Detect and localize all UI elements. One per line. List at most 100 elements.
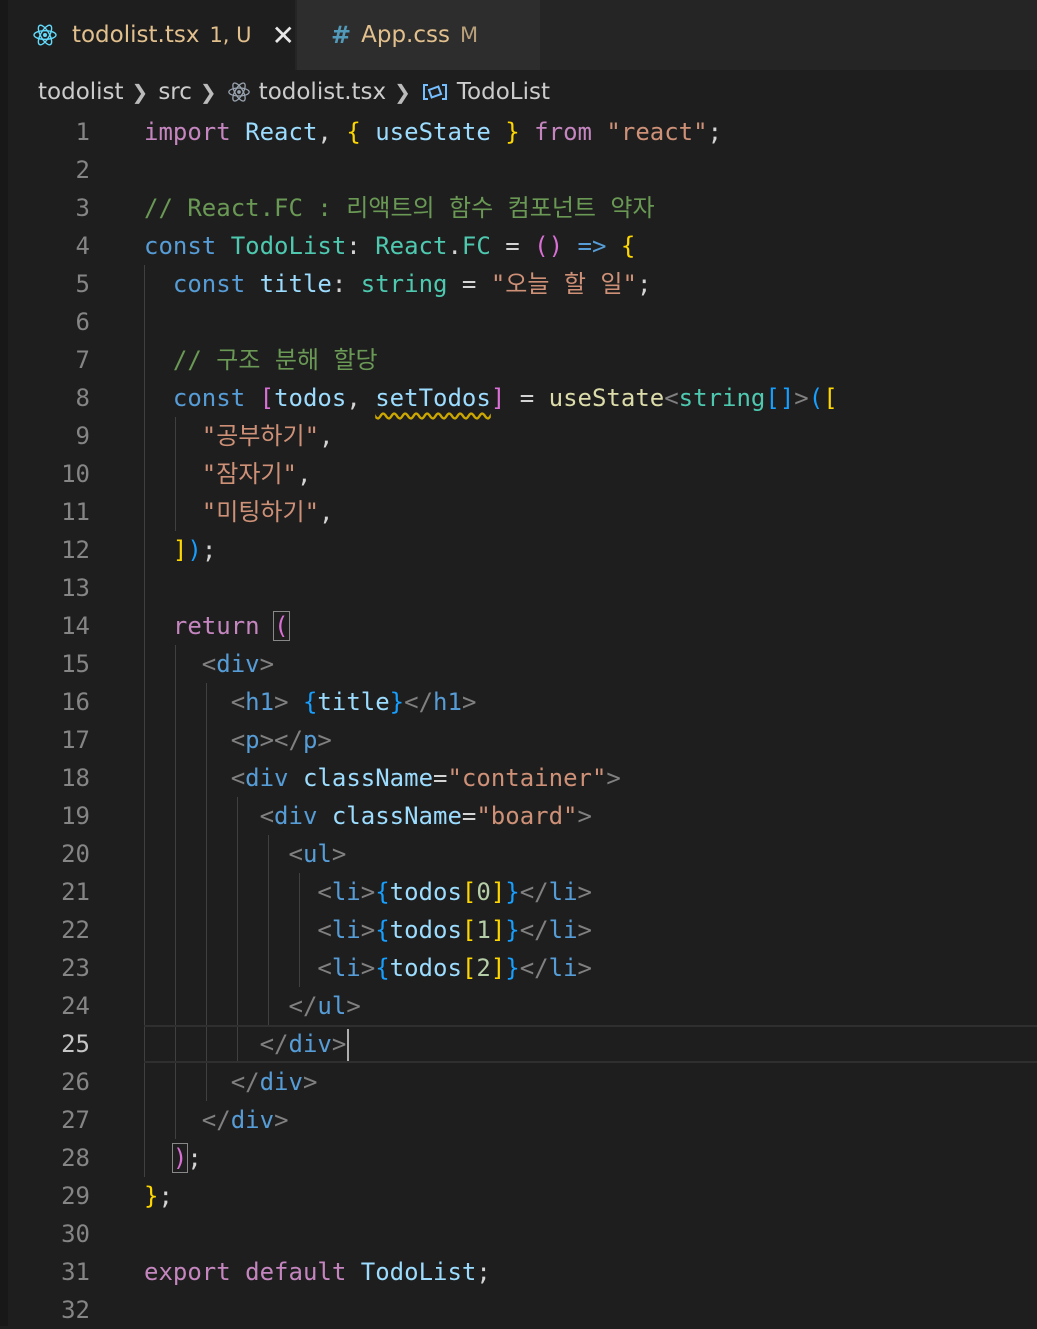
code-token: } — [389, 688, 405, 716]
code-editor[interactable]: 1 import React, { useState } from "react"… — [8, 113, 1037, 1326]
code-token: , — [296, 460, 312, 488]
code-token: [ — [823, 384, 838, 412]
code-line[interactable]: 25 </div> — [8, 1025, 1037, 1063]
code-line[interactable]: 26 </div> — [8, 1063, 1037, 1101]
code-token: < — [230, 688, 246, 716]
code-token: [ — [259, 384, 275, 412]
code-token: React — [245, 118, 318, 146]
code-line[interactable]: 5 const title: string = "오늘 할 일"; — [8, 265, 1037, 303]
matched-bracket: ) — [171, 1143, 189, 1173]
line-number: 16 — [61, 688, 90, 716]
code-line[interactable]: 22 <li>{todos[1]}</li> — [8, 911, 1037, 949]
code-token: < — [317, 916, 332, 944]
code-token: </ — [404, 688, 434, 716]
close-icon[interactable]: ✕ — [272, 19, 295, 52]
line-number: 3 — [75, 194, 90, 222]
breadcrumb-item[interactable]: todolist — [38, 79, 124, 105]
code-line[interactable]: 23 <li>{todos[2]}</li> — [8, 949, 1037, 987]
line-number: 10 — [61, 460, 90, 488]
code-token: div — [230, 1106, 275, 1134]
code-token: ] — [490, 878, 506, 906]
code-line[interactable]: 9 "공부하기", — [8, 417, 1037, 455]
code-token: </ — [201, 1106, 231, 1134]
code-line[interactable]: 28 ); — [8, 1139, 1037, 1177]
line-number: 14 — [61, 612, 90, 640]
code-line[interactable]: 10 "잠자기", — [8, 455, 1037, 493]
code-text: </div> — [144, 1063, 318, 1101]
code-line[interactable]: 30 — [8, 1215, 1037, 1253]
code-line[interactable]: 1 import React, { useState } from "react"… — [8, 113, 1037, 151]
code-line[interactable]: 11 "미팅하기", — [8, 493, 1037, 531]
code-text: "미팅하기", — [144, 493, 334, 531]
code-token: return — [172, 612, 260, 640]
breadcrumb-item[interactable]: src — [158, 79, 192, 105]
code-line[interactable]: 24 </ul> — [8, 987, 1037, 1025]
code-token: => — [577, 232, 607, 260]
code-token: "react" — [606, 118, 708, 146]
code-token: ] — [490, 954, 506, 982]
code-text: <div> — [144, 645, 274, 683]
breadcrumb-item[interactable]: todolist.tsx — [259, 79, 386, 105]
code-line[interactable]: 4 const TodoList: React.FC = () => { — [8, 227, 1037, 265]
line-number: 9 — [75, 422, 90, 450]
code-line[interactable]: 7 // 구조 분해 할당 — [8, 341, 1037, 379]
code-token: = — [447, 270, 491, 298]
code-line[interactable]: 3 // React.FC : 리액트의 함수 컴포넌트 약자 — [8, 189, 1037, 227]
tab-app-css[interactable]: # App.css M — [297, 0, 540, 70]
code-line[interactable]: 13 — [8, 569, 1037, 607]
chevron-right-icon: ❯ — [131, 80, 149, 104]
code-token: from — [534, 118, 592, 146]
activity-strip — [0, 0, 8, 1326]
code-line[interactable]: 21 <li>{todos[0]}</li> — [8, 873, 1037, 911]
code-line[interactable]: 8 const [todos, setTodos] = useState<str… — [8, 379, 1037, 417]
code-text: </div> — [144, 1025, 350, 1063]
code-line[interactable]: 18 <div className="container"> — [8, 759, 1037, 797]
tab-todolist[interactable]: todolist.tsx 1, U ✕ — [8, 0, 295, 70]
code-line[interactable]: 32 — [8, 1291, 1037, 1329]
code-token: li — [331, 916, 361, 944]
code-token: > — [274, 688, 289, 716]
line-number: 8 — [75, 384, 90, 412]
code-token: < — [317, 878, 332, 906]
code-line[interactable]: 20 <ul> — [8, 835, 1037, 873]
code-line[interactable]: 14 return ( — [8, 607, 1037, 645]
code-line[interactable]: 27 </div> — [8, 1101, 1037, 1139]
code-token: , — [317, 118, 347, 146]
code-token: [] — [765, 384, 795, 412]
code-line[interactable]: 17 <p></p> — [8, 721, 1037, 759]
code-token: string — [360, 270, 448, 298]
code-line[interactable]: 6 — [8, 303, 1037, 341]
code-token: = — [461, 802, 477, 830]
line-number: 4 — [75, 232, 90, 260]
breadcrumb: todolist ❯ src ❯ todolist.tsx ❯ TodoList — [38, 74, 550, 110]
code-token: , — [319, 498, 334, 526]
code-line[interactable]: 12 ]); — [8, 531, 1037, 569]
code-line[interactable]: 16 <h1> {title}</h1> — [8, 683, 1037, 721]
code-line[interactable]: 15 <div> — [8, 645, 1037, 683]
code-line[interactable]: 2 — [8, 151, 1037, 189]
code-token: </ — [519, 916, 549, 944]
code-token: } — [505, 878, 520, 906]
code-line[interactable]: 29}; — [8, 1177, 1037, 1215]
code-token: todos — [389, 916, 462, 944]
symbol-variable-icon — [421, 82, 449, 102]
line-number: 17 — [61, 726, 90, 754]
code-line[interactable]: 19 <div className="board"> — [8, 797, 1037, 835]
code-token: div — [274, 802, 318, 830]
breadcrumb-item[interactable]: TodoList — [457, 79, 550, 105]
code-text: <div className="board"> — [144, 797, 592, 835]
code-token: li — [548, 916, 578, 944]
code-token: ( — [808, 384, 824, 412]
code-line[interactable]: 31 export default TodoList; — [8, 1253, 1037, 1291]
code-token: // 구조 분해 할당 — [172, 346, 378, 374]
line-number: 5 — [75, 270, 90, 298]
code-token: { — [375, 878, 390, 906]
